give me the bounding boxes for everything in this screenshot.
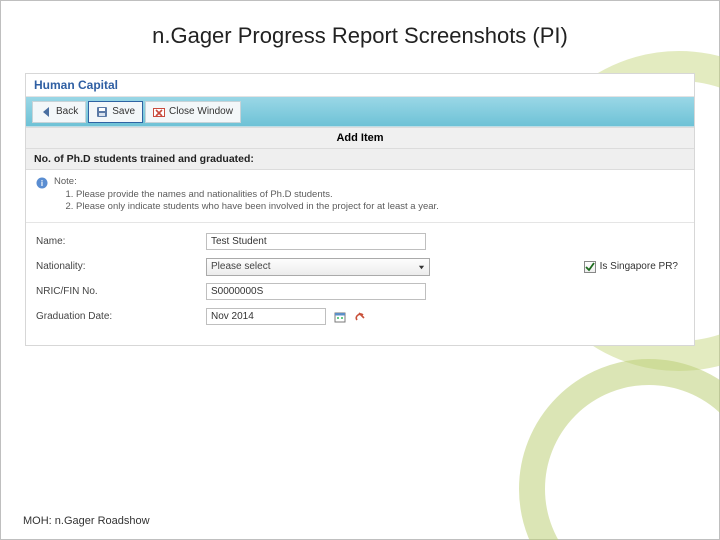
nric-label: NRIC/FIN No. — [36, 286, 206, 297]
slide-frame: n.Gager Progress Report Screenshots (PI)… — [0, 0, 720, 540]
decorative-circle — [519, 359, 720, 540]
form-row-nric: NRIC/FIN No. — [36, 281, 684, 303]
back-arrow-icon — [40, 106, 52, 118]
slide-footer: MOH: n.Gager Roadshow — [23, 515, 150, 527]
form-row-nationality: Nationality: Please select Is Singapore … — [36, 256, 684, 278]
form-row-graduation: Graduation Date: — [36, 306, 684, 328]
close-icon — [153, 106, 165, 118]
pr-checkbox[interactable] — [584, 261, 596, 273]
save-label: Save — [112, 106, 135, 117]
close-window-button[interactable]: Close Window — [145, 101, 241, 123]
name-label: Name: — [36, 236, 206, 247]
form-area: Name: Nationality: Please select — [26, 223, 694, 345]
nationality-value: Please select — [211, 261, 270, 272]
back-label: Back — [56, 106, 78, 117]
form-row-name: Name: — [36, 231, 684, 253]
note-block: i Note: Please provide the names and nat… — [26, 170, 694, 223]
section-title: Add Item — [26, 127, 694, 149]
chevron-down-icon — [418, 263, 425, 270]
note-item: Please provide the names and nationaliti… — [76, 189, 439, 201]
calendar-icon[interactable] — [334, 311, 346, 323]
app-section-header: Human Capital — [26, 74, 694, 97]
back-button[interactable]: Back — [32, 101, 86, 123]
note-label: Note: — [54, 176, 439, 187]
name-input[interactable] — [206, 233, 426, 250]
save-icon — [96, 106, 108, 118]
note-item: Please only indicate students who have b… — [76, 201, 439, 213]
clear-date-icon[interactable] — [354, 311, 366, 323]
svg-text:i: i — [41, 179, 43, 188]
save-button[interactable]: Save — [88, 101, 143, 123]
graduation-label: Graduation Date: — [36, 311, 206, 322]
nric-input[interactable] — [206, 283, 426, 300]
note-text: Note: Please provide the names and natio… — [54, 176, 439, 214]
nationality-label: Nationality: — [36, 261, 206, 272]
nationality-select[interactable]: Please select — [206, 258, 430, 276]
close-label: Close Window — [169, 106, 233, 117]
info-icon: i — [36, 177, 48, 189]
graduation-date-input[interactable] — [206, 308, 326, 325]
form-subheader: No. of Ph.D students trained and graduat… — [26, 149, 694, 170]
slide-title: n.Gager Progress Report Screenshots (PI) — [1, 23, 719, 49]
pr-checkbox-group: Is Singapore PR? — [584, 261, 684, 273]
app-window: Human Capital Back Save Close Window — [25, 73, 695, 346]
pr-label: Is Singapore PR? — [600, 261, 678, 272]
toolbar: Back Save Close Window — [26, 97, 694, 127]
